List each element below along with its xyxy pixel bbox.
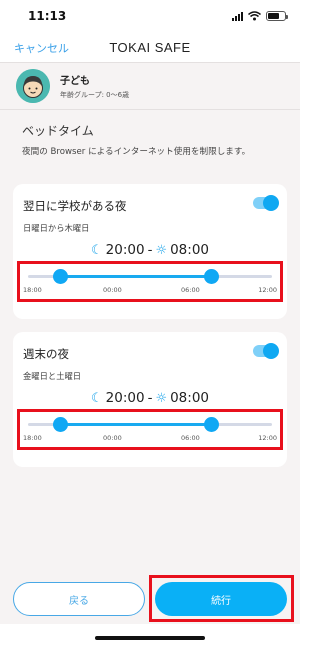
schedule-toggle[interactable] xyxy=(253,343,279,359)
back-button[interactable]: 戻る xyxy=(13,582,145,616)
main-content: 子ども 年齢グループ: 0〜6歳 ベッドタイム 夜間の Browser によるイ… xyxy=(0,62,300,624)
time-separator: - xyxy=(147,242,153,258)
profile-info: 子ども 年齢グループ: 0〜6歳 xyxy=(60,72,129,100)
profile-name: 子ども xyxy=(60,76,90,87)
end-time-thumb[interactable] xyxy=(204,269,219,284)
schedule-title: 週末の夜 xyxy=(23,347,69,361)
tick-label: 06:00 xyxy=(181,434,200,442)
time-slider-highlight: 18:00 00:00 06:00 12:00 xyxy=(17,409,283,450)
page-title: TOKAI SAFE xyxy=(109,39,191,55)
status-time: 11:13 xyxy=(28,9,67,23)
start-time: 20:00 xyxy=(105,390,145,406)
time-slider-track[interactable] xyxy=(28,417,272,432)
section-description: 夜間の Browser によるインターネット使用を制限します。 xyxy=(22,147,251,157)
toggle-knob xyxy=(263,195,279,211)
schedule-card-weekend-nights: 週末の夜 金曜日と土曜日 ☾ 20:00 - ☼ 08:00 18:00 00:… xyxy=(13,332,287,467)
nav-bar: キャンセル TOKAI SAFE xyxy=(0,32,300,62)
schedule-days: 日曜日から木曜日 xyxy=(23,223,90,233)
tick-label: 12:00 xyxy=(258,434,277,442)
signal-icon xyxy=(232,11,243,21)
start-time-thumb[interactable] xyxy=(52,417,68,432)
battery-icon xyxy=(266,11,288,21)
time-separator: - xyxy=(147,390,153,406)
time-slider-track[interactable] xyxy=(28,269,272,284)
start-time-thumb[interactable] xyxy=(52,269,68,284)
end-time: 08:00 xyxy=(170,242,209,258)
tick-label: 12:00 xyxy=(258,286,277,294)
end-time-thumb[interactable] xyxy=(204,417,219,432)
moon-icon: ☾ xyxy=(91,390,103,406)
toggle-knob xyxy=(263,343,279,359)
start-time: 20:00 xyxy=(105,242,145,258)
child-face-icon xyxy=(16,69,50,103)
schedule-title: 翌日に学校がある夜 xyxy=(23,199,127,213)
footer-bar: 戻る 続行 xyxy=(0,565,300,629)
profile-row: 子ども 年齢グループ: 0〜6歳 xyxy=(0,62,300,110)
time-range: ☾ 20:00 - ☼ 08:00 xyxy=(13,242,287,258)
schedule-card-school-nights: 翌日に学校がある夜 日曜日から木曜日 ☾ 20:00 - ☼ 08:00 18:… xyxy=(13,184,287,319)
time-slider-ticks: 18:00 00:00 06:00 12:00 xyxy=(23,286,277,298)
moon-icon: ☾ xyxy=(91,242,103,258)
profile-age-group: 年齢グループ: 0〜6歳 xyxy=(60,91,130,99)
schedule-toggle[interactable] xyxy=(253,195,279,211)
time-slider-highlight: 18:00 00:00 06:00 12:00 xyxy=(17,261,283,302)
tick-label: 00:00 xyxy=(103,286,122,294)
status-bar: 11:13 xyxy=(0,0,300,32)
tick-label: 00:00 xyxy=(103,434,122,442)
tick-label: 18:00 xyxy=(23,286,42,294)
schedule-days: 金曜日と土曜日 xyxy=(23,371,82,381)
section-title: ベッドタイム xyxy=(22,124,94,138)
end-time: 08:00 xyxy=(170,390,209,406)
time-slider-fill xyxy=(59,423,211,426)
sun-icon: ☼ xyxy=(155,242,168,258)
home-indicator xyxy=(95,636,205,640)
tick-label: 06:00 xyxy=(181,286,200,294)
cancel-button[interactable]: キャンセル xyxy=(14,40,69,56)
tick-label: 18:00 xyxy=(23,434,42,442)
status-icons xyxy=(232,11,288,21)
sun-icon: ☼ xyxy=(155,390,168,406)
time-slider-ticks: 18:00 00:00 06:00 12:00 xyxy=(23,434,277,446)
time-range: ☾ 20:00 - ☼ 08:00 xyxy=(13,390,287,406)
time-slider-fill xyxy=(59,275,211,278)
wifi-icon xyxy=(248,11,261,21)
next-button[interactable]: 続行 xyxy=(155,582,287,616)
